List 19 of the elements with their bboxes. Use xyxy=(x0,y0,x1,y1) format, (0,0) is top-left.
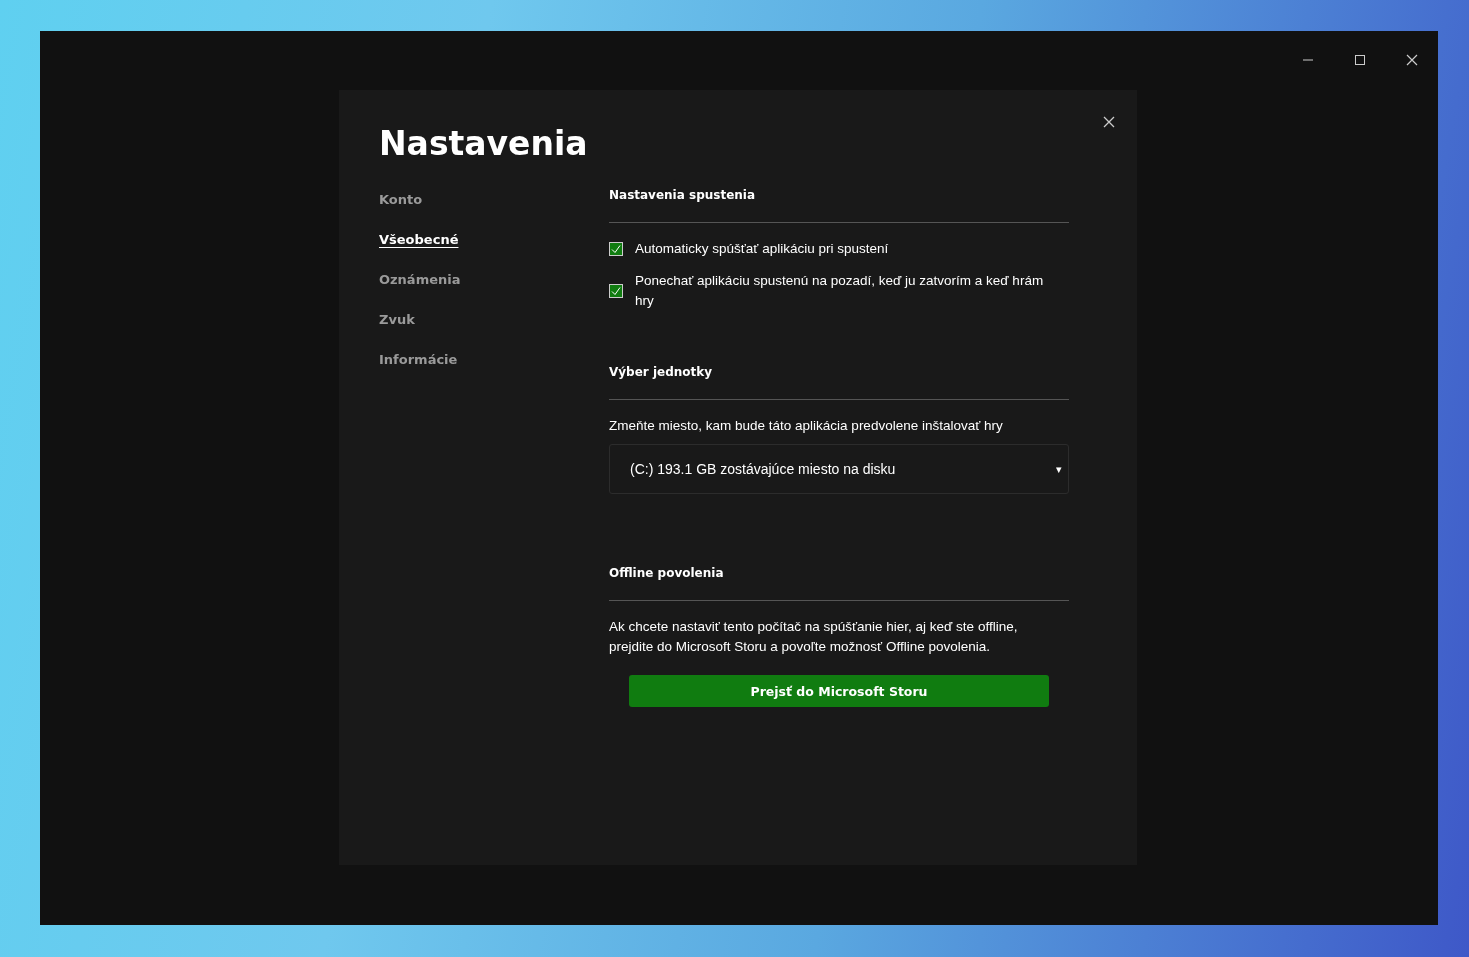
sidebar-item[interactable]: Konto xyxy=(379,190,423,209)
section-heading: Nastavenia spustenia xyxy=(609,187,757,204)
dialog-title: Nastavenia xyxy=(379,123,588,165)
description-text: Zmeňte miesto, kam bude táto aplikácia predvolene inštalovať hry xyxy=(609,417,1004,435)
section-heading: Výber jednotky xyxy=(609,364,714,381)
checkbox-label: Ponechať aplikáciu spustenú na pozadí, keď ju zatvorím a keď hrám hry xyxy=(635,272,1045,310)
drive-dropdown[interactable]: (C:) 193.1 GB zostávajúce miesto na disku ▾ xyxy=(609,444,1069,494)
sidebar-item[interactable]: Informácie xyxy=(379,350,458,369)
checkbox-label: Automaticky spúšťať aplikáciu pri spustení xyxy=(635,240,889,258)
checkbox[interactable] xyxy=(609,284,623,298)
sidebar-item[interactable]: Zvuk xyxy=(379,310,415,329)
description-text: Ak chcete nastaviť tento počítač na spúšťanie hier, aj keď ste offline, prejdite do Microsoft Storu a povoľte možnosť Offline povolenia. xyxy=(609,618,1019,656)
checkbox[interactable] xyxy=(609,242,623,256)
sidebar-item[interactable]: Všeobecné xyxy=(379,230,459,249)
sidebar-item[interactable]: Oznámenia xyxy=(379,270,461,289)
close-icon[interactable] xyxy=(1406,54,1418,66)
maximize-icon[interactable] xyxy=(1354,54,1366,66)
section-heading: Offline povolenia xyxy=(609,565,725,582)
store-button[interactable]: Prejsť do Microsoft Storu xyxy=(629,675,1049,707)
